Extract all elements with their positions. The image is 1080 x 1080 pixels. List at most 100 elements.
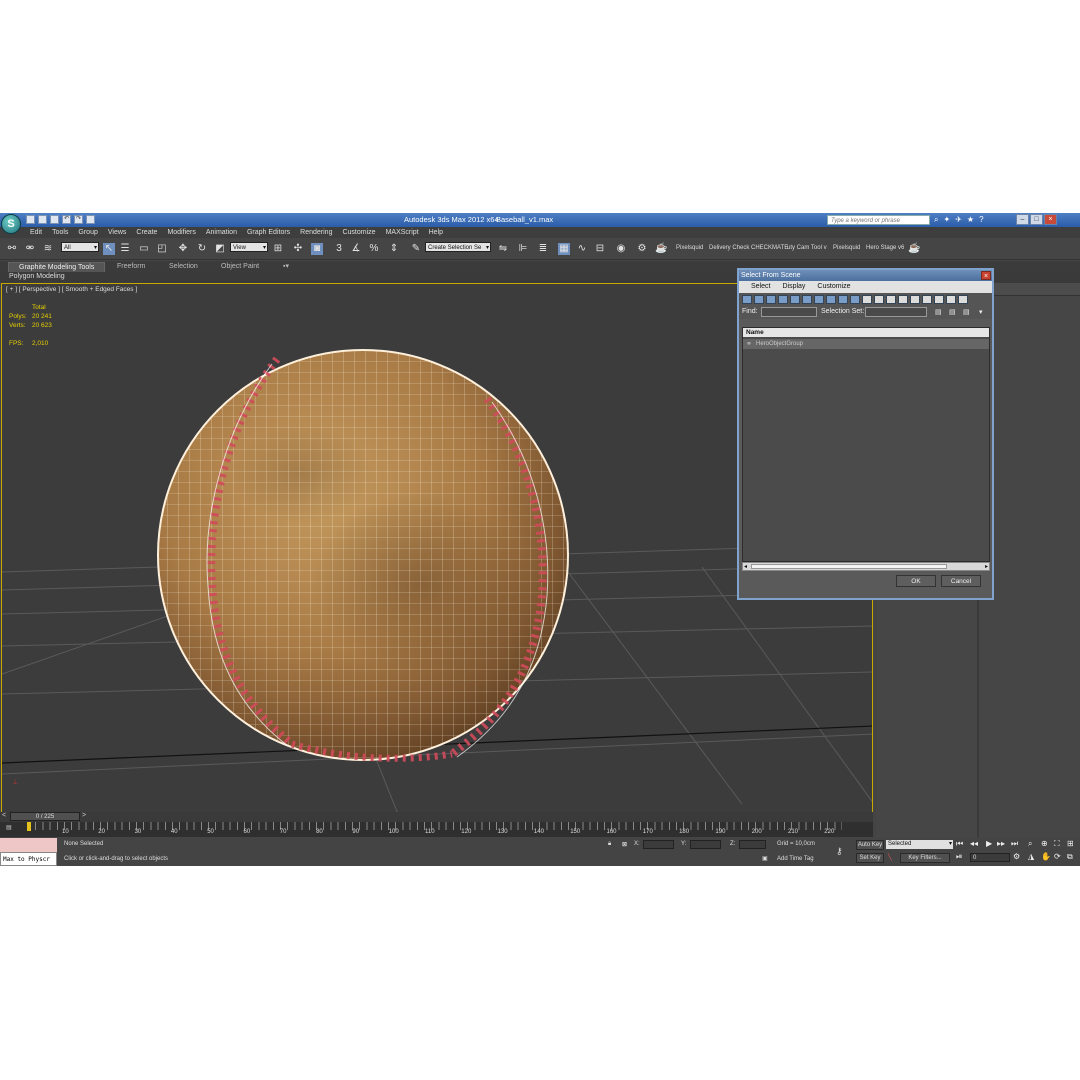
filter-cameras-icon[interactable] [778,295,788,304]
polygon-modeling-panel[interactable]: Polygon Modeling [9,273,65,280]
pan-icon[interactable]: ✋ [1041,852,1051,861]
zoom-all-icon[interactable]: ⊕ [1041,839,1048,848]
dialog-menu-select[interactable]: Select [751,281,770,293]
dialog-menu-customize[interactable]: Customize [817,281,850,293]
add-time-tag[interactable]: Add Time Tag [777,856,814,862]
selection-set-add-icon[interactable]: ▤ [935,308,942,316]
selection-filter-dropdown[interactable]: All [61,242,99,253]
script-checkmate[interactable]: CHECKMATE [751,245,788,251]
named-selection-dropdown[interactable]: Create Selection Se [425,242,491,253]
unlink-icon[interactable]: ⚮ [24,243,36,255]
maxscript-output[interactable] [0,838,57,852]
undo-icon[interactable]: ↶ [62,215,71,224]
filter-hidden-icon[interactable] [874,295,884,304]
menu-help[interactable]: Help [429,227,443,238]
menu-views[interactable]: Views [108,227,127,238]
bind-spacewarp-icon[interactable]: ≋ [42,243,54,255]
menu-graph-editors[interactable]: Graph Editors [247,227,290,238]
display-children-icon[interactable] [934,295,944,304]
time-tag-icon[interactable]: ▣ [762,855,768,862]
edit-named-selection-icon[interactable]: ✎ [410,243,422,255]
dialog-expand-icon[interactable]: ▾ [979,308,983,316]
scrollbar-thumb[interactable] [751,564,947,569]
display-none-icon[interactable] [898,295,908,304]
filter-funnel-icon[interactable] [946,295,956,304]
menu-customize[interactable]: Customize [342,227,375,238]
percent-snap-icon[interactable]: % [368,243,380,255]
column-name-header[interactable]: Name [743,328,989,337]
scroll-right-arrow[interactable]: ▸ [985,563,988,570]
filter-geometry-icon[interactable] [742,295,752,304]
selection-set-dropdown[interactable] [865,307,927,317]
maximize-viewport-icon[interactable]: ⧉ [1067,852,1073,862]
find-input[interactable] [761,307,817,317]
display-all-icon[interactable] [886,295,896,304]
graphite-toggle-icon[interactable]: ▦ [558,243,570,255]
move-icon[interactable]: ✥ [177,243,189,255]
tab-object-paint[interactable]: Object Paint [221,262,259,272]
script-cam-tool[interactable]: uty Cam Tool v [787,245,827,251]
subscription-icon[interactable]: ✦ [943,215,950,225]
script-pixelsquid-2[interactable]: Pixelsquid [833,245,860,251]
open-file-icon[interactable] [38,215,47,224]
set-key-filter-icon[interactable]: ╲ [888,854,892,861]
save-file-icon[interactable] [50,215,59,224]
communication-icon[interactable]: ✈ [955,215,962,225]
align-icon[interactable]: ⊫ [517,243,529,255]
tab-selection[interactable]: Selection [169,262,198,272]
menu-create[interactable]: Create [136,227,157,238]
script-pixelsquid-1[interactable]: Pixelsquid [676,245,703,251]
filter-bones-icon[interactable] [838,295,848,304]
lock-icon[interactable]: 🔒︎ [608,841,611,848]
search-input[interactable]: Type a keyword or phrase [827,215,930,225]
close-button[interactable]: × [1044,214,1057,225]
zoom-extents-all-icon[interactable]: ⊞ [1067,839,1074,848]
menu-animation[interactable]: Animation [206,227,237,238]
menu-modifiers[interactable]: Modifiers [167,227,195,238]
filter-containers-icon[interactable] [850,295,860,304]
menu-group[interactable]: Group [78,227,97,238]
orbit-icon[interactable]: ⟳ [1054,852,1061,861]
play-icon[interactable]: ▶ [986,839,992,848]
next-frame-icon[interactable]: ▸▸ [997,839,1005,848]
menu-tools[interactable]: Tools [52,227,68,238]
key-mode-toggle-icon[interactable]: ⏯ [956,852,962,862]
track-bar[interactable]: ▤ 10 20 30 40 50 60 70 80 90 100 110 120 130 140 150 16… [0,822,873,837]
time-slider-thumb[interactable]: 0 / 225 [10,812,80,821]
render-frame-icon[interactable]: ☕ [655,243,667,255]
filter-frozen-icon[interactable] [862,295,872,304]
render-setup-icon[interactable]: ⚙ [636,243,648,255]
filter-helpers-icon[interactable] [790,295,800,304]
dialog-close-icon[interactable]: × [981,271,991,280]
y-coord-field[interactable] [690,840,721,849]
redo-icon[interactable]: ↷ [74,215,83,224]
link-icon[interactable]: ⚯ [6,243,18,255]
sync-selection-icon[interactable] [922,295,932,304]
goto-end-icon[interactable]: ⏭ [1011,839,1018,849]
dialog-title-bar[interactable]: Select From Scene × [739,270,992,281]
manipulate-icon[interactable]: ✣ [292,243,304,255]
dialog-menu-display[interactable]: Display [782,281,805,293]
filter-lights-icon[interactable] [766,295,776,304]
filter-spacewarps-icon[interactable] [802,295,812,304]
filter-groups-icon[interactable] [814,295,824,304]
zoom-extents-icon[interactable]: ⛶ [1054,839,1060,849]
layer-manager-icon[interactable]: ≣ [537,243,549,255]
scene-object-list[interactable]: Name ⚭ HeroObjectGroup [742,327,990,562]
menu-maxscript[interactable]: MAXScript [386,227,419,238]
script-hero-stage[interactable]: Hero Stage v6 [866,245,904,251]
pivot-center-icon[interactable]: ⊞ [272,243,284,255]
filter-xrefs-icon[interactable] [826,295,836,304]
set-key-button[interactable]: Set Key [856,853,884,863]
material-editor-icon[interactable]: ◉ [615,243,627,255]
rect-selection-icon[interactable]: ▭ [138,243,150,255]
z-coord-field[interactable] [739,840,766,849]
spinner-snap-icon[interactable]: ⇕ [388,243,400,255]
new-file-icon[interactable] [26,215,35,224]
absolute-mode-icon[interactable]: ⊠ [622,841,627,848]
keyboard-shortcut-icon[interactable]: ◙ [311,243,323,255]
auto-key-button[interactable]: Auto Key [856,840,884,850]
selection-set-remove-icon[interactable]: ▤ [949,308,956,316]
mirror-icon[interactable]: ⇋ [497,243,509,255]
key-mode-dropdown[interactable]: Selected [886,840,953,849]
